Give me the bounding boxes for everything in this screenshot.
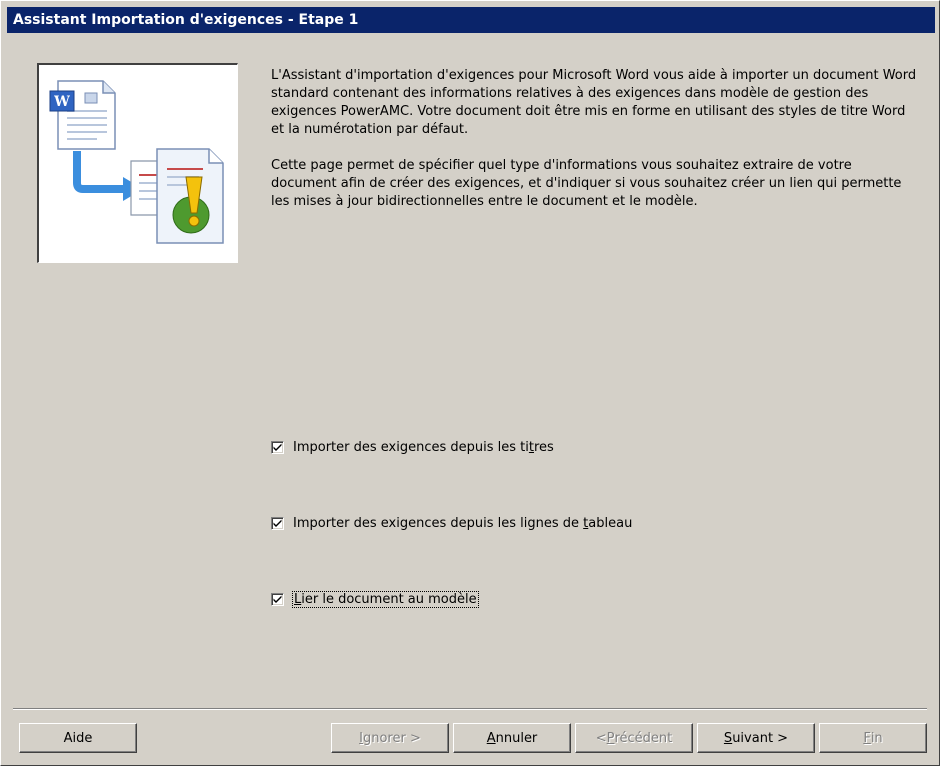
help-button[interactable]: Aide xyxy=(19,723,137,753)
word-document-icon: W xyxy=(49,80,116,150)
window-title: Assistant Importation d'exigences - Etap… xyxy=(13,12,359,28)
option-import-table-rows[interactable]: Importer des exigences depuis les lignes… xyxy=(271,513,632,533)
wizard-illustration: W xyxy=(37,63,238,263)
wizard-description: L'Assistant d'importation d'exigences po… xyxy=(271,67,921,229)
link-document-checkbox[interactable] xyxy=(271,592,284,606)
import-titles-label[interactable]: Importer des exigences depuis les titres xyxy=(293,440,554,455)
previous-button[interactable]: < Précédent xyxy=(575,723,693,753)
import-table-rows-checkbox[interactable] xyxy=(271,516,284,530)
import-table-rows-label[interactable]: Importer des exigences depuis les lignes… xyxy=(293,516,632,531)
svg-text:W: W xyxy=(53,94,70,110)
import-illustration-graphic: W xyxy=(49,80,224,244)
checkmark-icon xyxy=(273,519,282,527)
skip-button[interactable]: Ignorer > xyxy=(331,723,449,753)
option-import-titles[interactable]: Importer des exigences depuis les titres xyxy=(271,437,554,457)
cancel-button[interactable]: Annuler xyxy=(453,723,571,753)
description-paragraph-2: Cette page permet de spécifier quel type… xyxy=(271,158,902,209)
button-separator xyxy=(13,708,927,710)
checkmark-icon xyxy=(273,443,282,451)
option-link-document[interactable]: Lier le document au modèle xyxy=(271,589,479,609)
description-paragraph-1: L'Assistant d'importation d'exigences po… xyxy=(271,68,917,137)
import-titles-checkbox[interactable] xyxy=(271,440,284,454)
requirement-document-icon xyxy=(130,148,224,244)
next-button[interactable]: Suivant > xyxy=(697,723,815,753)
checkmark-icon xyxy=(273,595,282,603)
title-bar[interactable]: Assistant Importation d'exigences - Etap… xyxy=(7,7,935,33)
wizard-dialog: Assistant Importation d'exigences - Etap… xyxy=(0,0,940,766)
finish-button[interactable]: Fin xyxy=(819,723,927,753)
link-document-label[interactable]: Lier le document au modèle xyxy=(292,590,479,608)
